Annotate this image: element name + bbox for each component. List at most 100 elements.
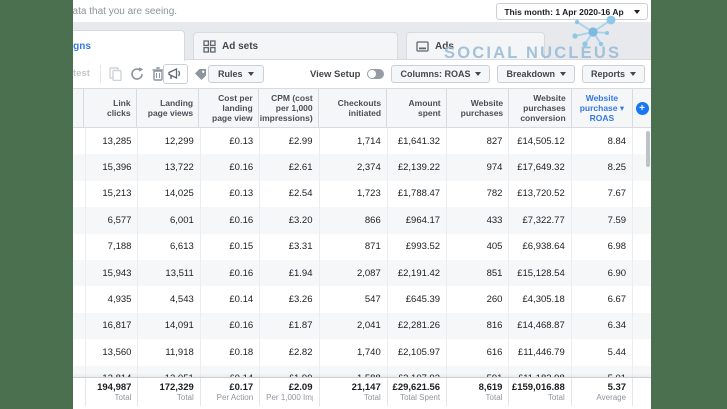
table-cell: £2.82 bbox=[260, 339, 320, 366]
table-cell: 15,213 bbox=[86, 180, 139, 208]
table-cell: 13,511 bbox=[138, 259, 201, 287]
ads-manager-app: data that you are seeing. This month: 1 … bbox=[73, 0, 651, 409]
totals-cell: £2.09Per 1,000 Impr... bbox=[260, 378, 320, 406]
table-cell: £2.61 bbox=[260, 154, 320, 181]
table-row[interactable]: 15,396 13,722 £0.16 £2.61 2,374 £2,139.22 974 £… bbox=[73, 154, 651, 181]
column-header-1[interactable]: Link clicks bbox=[84, 89, 137, 127]
table-cell: 16,817 bbox=[86, 312, 139, 340]
column-header-4[interactable]: CPM (cost per 1,000 impressions) bbox=[259, 89, 319, 127]
table-cell: £0.16 bbox=[201, 207, 261, 234]
table-cell: 827 bbox=[447, 128, 510, 155]
column-header-9[interactable]: Website purchase ▾ ROAS bbox=[572, 89, 634, 127]
table-cell: £14,468.87 bbox=[509, 312, 572, 340]
ads-manager-window: data that you are seeing. This month: 1 … bbox=[73, 0, 651, 409]
table-cell: 547 bbox=[320, 286, 388, 313]
chevron-down-icon bbox=[475, 72, 482, 76]
breakdown-button[interactable]: Breakdown bbox=[497, 65, 575, 83]
table-cell: 6,577 bbox=[86, 207, 139, 234]
date-range-button[interactable]: This month: 1 Apr 2020-16 Ap bbox=[496, 3, 648, 20]
table-row[interactable]: 15,213 14,025 £0.13 £2.54 1,723 £1,788.47 782 £… bbox=[73, 180, 651, 208]
total-value: 5.37 bbox=[607, 382, 627, 393]
columns-button[interactable]: Columns: ROAS bbox=[391, 65, 491, 83]
add-column-icon[interactable]: + bbox=[635, 101, 649, 115]
table-cell: £3.26 bbox=[260, 286, 320, 313]
column-header-5[interactable]: Checkouts initiated bbox=[319, 89, 388, 127]
table-cell: £1.99 bbox=[260, 365, 320, 377]
vertical-scrollbar-thumb[interactable] bbox=[646, 131, 650, 167]
table-cell: 13,285 bbox=[86, 128, 139, 155]
tab-campaigns-label: Campaigns bbox=[73, 40, 91, 52]
rules-label: Rules bbox=[218, 69, 243, 79]
table-cell: £0.15 bbox=[201, 233, 261, 260]
total-label: Total bbox=[176, 393, 194, 402]
table-cell: £0.13 bbox=[201, 128, 261, 155]
table-cell: 851 bbox=[447, 259, 510, 287]
ab-test-button[interactable]: A/B test bbox=[73, 68, 90, 79]
top-bar: data that you are seeing. This month: 1 … bbox=[73, 0, 651, 22]
table-cell: £3.31 bbox=[260, 233, 320, 260]
table-cell: 816 bbox=[447, 312, 510, 340]
total-value: 194,987 bbox=[97, 382, 132, 393]
rules-button[interactable]: Rules bbox=[208, 65, 264, 83]
table-cell: £4,305.18 bbox=[509, 286, 572, 313]
table-cell: £11,182.98 bbox=[509, 365, 572, 377]
total-label: Per 1,000 Impr... bbox=[266, 393, 312, 402]
table-cell: 14,091 bbox=[138, 312, 201, 340]
duplicate-button[interactable] bbox=[106, 66, 124, 82]
refresh-button[interactable] bbox=[128, 66, 146, 82]
chevron-down-icon bbox=[559, 72, 566, 76]
table-row[interactable]: 16,817 14,091 £0.16 £1.87 2,041 £2,281.26 816 £… bbox=[73, 312, 651, 340]
table-cell: 7.67 bbox=[572, 180, 634, 208]
table-cell: 6,001 bbox=[138, 207, 201, 234]
table-cell: 8.84 bbox=[572, 128, 634, 155]
table-cell: 6.90 bbox=[572, 259, 634, 287]
table-row[interactable]: 4,935 4,543 £0.14 £3.26 547 £645.39 260 £4,305.… bbox=[73, 286, 651, 313]
tab-ad-sets-label: Ad sets bbox=[222, 40, 259, 52]
column-header-3[interactable]: Cost per landing page view bbox=[199, 89, 259, 127]
table-row[interactable]: 12,81412,051£0.14£1.991,588£2,107.93591£… bbox=[73, 365, 651, 377]
view-setup-toggle[interactable] bbox=[367, 69, 385, 79]
column-header-6[interactable]: Amount spent bbox=[387, 89, 447, 127]
total-value: £0.17 bbox=[229, 382, 254, 393]
total-value: £29,621.56 bbox=[392, 382, 441, 393]
table-cell: 12,299 bbox=[138, 128, 201, 155]
chevron-down-icon bbox=[633, 9, 640, 14]
table-row[interactable]: 13,560 11,918 £0.18 £2.82 1,740 £2,105.97 616 £… bbox=[73, 339, 651, 366]
table-cell: 591 bbox=[447, 365, 510, 377]
table-cell: £0.18 bbox=[201, 339, 261, 366]
table-cell: 5.01 bbox=[572, 365, 634, 377]
table-cell: £2,107.93 bbox=[388, 365, 448, 377]
total-value: 172,329 bbox=[159, 382, 194, 393]
table-row[interactable]: 13,285 12,299 £0.13 £2.99 1,714 £1,641.32 827 £… bbox=[73, 128, 651, 155]
table-cell: £1,788.47 bbox=[388, 180, 448, 208]
reports-button[interactable]: Reports bbox=[581, 65, 645, 83]
table-cell: £7,322.77 bbox=[509, 207, 572, 234]
table-row[interactable]: 15,943 13,511 £0.16 £1.94 2,087 £2,191.42 851 £… bbox=[73, 259, 651, 287]
tag-button[interactable] bbox=[191, 66, 209, 82]
tab-ad-sets[interactable]: Ad sets bbox=[193, 32, 398, 60]
totals-cell: 8,619 Total bbox=[447, 378, 510, 406]
table-totals-row: 194,987 Total 172,329 Total £0.17 Per Action £… bbox=[73, 377, 651, 406]
totals-cell: £0.17 Per Action bbox=[201, 378, 261, 406]
column-header-7[interactable]: Website purchases bbox=[447, 89, 510, 127]
table-cell: 405 bbox=[447, 233, 510, 260]
preview-ads-button[interactable] bbox=[163, 64, 188, 84]
table-cell: £964.17 bbox=[388, 207, 448, 234]
column-header-8[interactable]: Website purchases conversion bbox=[509, 89, 572, 127]
copy-icon bbox=[108, 67, 122, 81]
totals-cell: 172,329 Total bbox=[138, 378, 201, 406]
total-label: Average bbox=[596, 393, 627, 402]
table-row[interactable]: 6,577 6,001 £0.16 £3.20 866 £964.17 433 £7,322.… bbox=[73, 207, 651, 234]
breakdown-label: Breakdown bbox=[506, 69, 555, 79]
column-header-2[interactable]: Landing page views bbox=[137, 89, 200, 127]
total-value: £159,016.88 bbox=[511, 382, 565, 393]
tab-ads[interactable]: Ads bbox=[406, 32, 545, 60]
totals-cell: £159,016.88 Total bbox=[509, 378, 572, 406]
table-cell: 11,918 bbox=[138, 339, 201, 366]
tab-campaigns[interactable]: Campaigns bbox=[73, 30, 185, 61]
table-cell: 5.44 bbox=[572, 339, 634, 366]
table-cell: £1.94 bbox=[260, 259, 320, 287]
table-row[interactable]: 7,188 6,613 £0.15 £3.31 871 £993.52 405 £6,938.… bbox=[73, 233, 651, 260]
totals-cell: 5.37 Average bbox=[572, 378, 634, 406]
table-cell: 12,051 bbox=[138, 365, 201, 377]
